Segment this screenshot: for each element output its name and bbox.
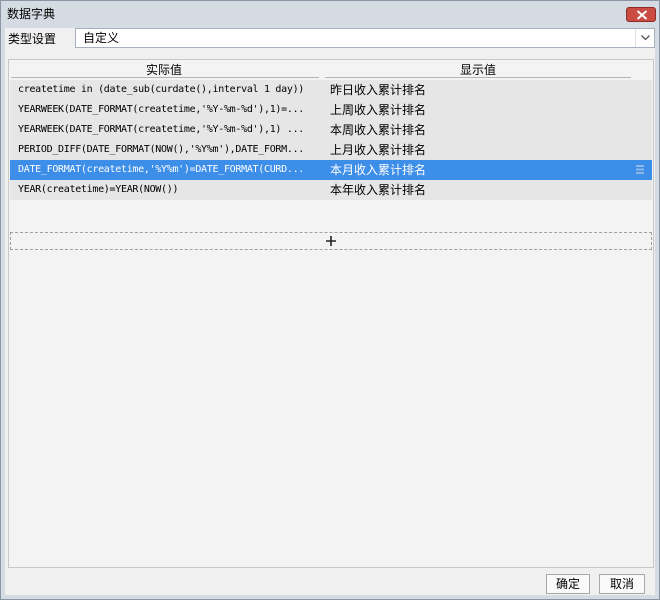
display-value-cell[interactable]: 本月收入累计排名 bbox=[330, 160, 630, 180]
table-row[interactable]: YEARWEEK(DATE_FORMAT(createtime,'%Y-%m-%… bbox=[10, 100, 652, 120]
plus-icon bbox=[326, 236, 336, 246]
actual-value-cell[interactable]: YEARWEEK(DATE_FORMAT(createtime,'%Y-%m-%… bbox=[18, 120, 320, 140]
display-value-cell[interactable]: 昨日收入累计排名 bbox=[330, 80, 630, 100]
add-row-button[interactable] bbox=[10, 232, 652, 250]
header-divider bbox=[11, 77, 319, 78]
actual-value-cell[interactable]: createtime in (date_sub(curdate(),interv… bbox=[18, 80, 320, 100]
actual-value-cell[interactable]: YEARWEEK(DATE_FORMAT(createtime,'%Y-%m-%… bbox=[18, 100, 320, 120]
display-value-cell[interactable]: 本年收入累计排名 bbox=[330, 180, 630, 200]
table-row[interactable]: createtime in (date_sub(curdate(),interv… bbox=[10, 80, 652, 100]
header-divider bbox=[325, 77, 631, 78]
display-value-cell[interactable]: 上月收入累计排名 bbox=[330, 140, 630, 160]
type-setting-value: 自定义 bbox=[83, 31, 120, 45]
window-title: 数据字典 bbox=[7, 7, 56, 21]
actual-value-cell[interactable]: YEAR(createtime)=YEAR(NOW()) bbox=[18, 180, 320, 200]
table-row[interactable]: YEAR(createtime)=YEAR(NOW()) 本年收入累计排名 bbox=[10, 180, 652, 200]
dialog-window: 数据字典 类型设置 自定义 实际值 显示值 createtime in (dat… bbox=[0, 0, 660, 600]
ok-button[interactable]: 确定 bbox=[546, 574, 590, 594]
title-bar[interactable]: 数据字典 bbox=[1, 1, 659, 28]
actual-value-cell[interactable]: PERIOD_DIFF(DATE_FORMAT(NOW(),'%Y%m'),DA… bbox=[18, 140, 320, 160]
table-row[interactable]: YEARWEEK(DATE_FORMAT(createtime,'%Y-%m-%… bbox=[10, 120, 652, 140]
type-setting-label: 类型设置 bbox=[8, 32, 57, 46]
display-value-cell[interactable]: 上周收入累计排名 bbox=[330, 100, 630, 120]
cancel-button[interactable]: 取消 bbox=[599, 574, 645, 594]
table-row-selected[interactable]: DATE_FORMAT(createtime,'%Y%m')=DATE_FORM… bbox=[10, 160, 652, 180]
dropdown-button[interactable] bbox=[635, 29, 654, 47]
drag-handle-icon[interactable] bbox=[636, 165, 644, 174]
type-setting-select[interactable]: 自定义 bbox=[75, 28, 655, 48]
dictionary-table: 实际值 显示值 createtime in (date_sub(curdate(… bbox=[8, 59, 654, 568]
close-icon bbox=[636, 10, 648, 20]
dialog-content: 类型设置 自定义 实际值 显示值 createtime in (date_sub… bbox=[5, 28, 655, 595]
display-value-cell[interactable]: 本周收入累计排名 bbox=[330, 120, 630, 140]
actual-value-cell[interactable]: DATE_FORMAT(createtime,'%Y%m')=DATE_FORM… bbox=[18, 160, 320, 180]
close-button[interactable] bbox=[626, 7, 656, 22]
chevron-down-icon bbox=[641, 35, 650, 41]
column-header-display-value[interactable]: 显示值 bbox=[325, 62, 631, 78]
table-row[interactable]: PERIOD_DIFF(DATE_FORMAT(NOW(),'%Y%m'),DA… bbox=[10, 140, 652, 160]
column-header-actual-value[interactable]: 实际值 bbox=[9, 62, 319, 78]
